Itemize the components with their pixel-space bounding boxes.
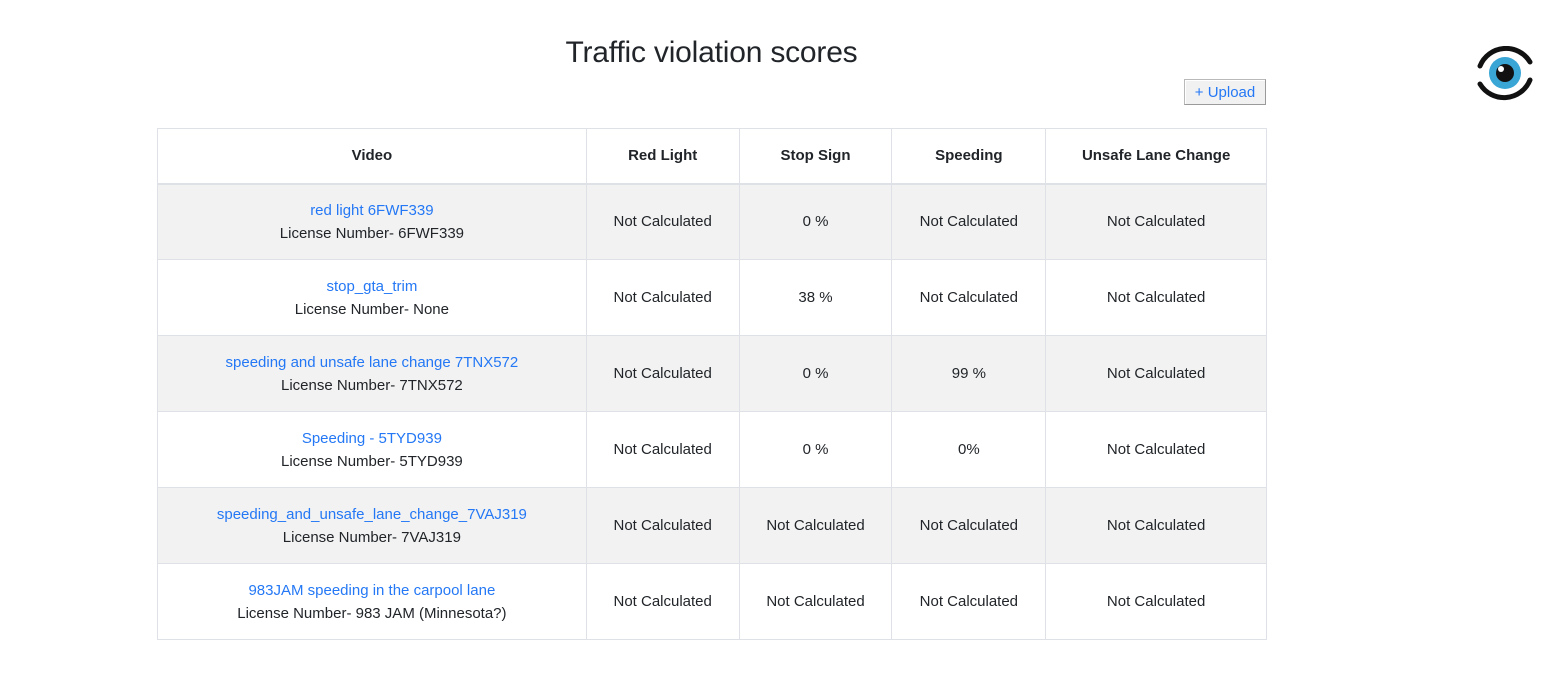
video-cell: speeding_and_unsafe_lane_change_7VAJ319 … <box>157 487 587 564</box>
video-link[interactable]: 983JAM speeding in the carpool lane <box>158 579 586 602</box>
stop-sign-score: 0 % <box>738 411 893 488</box>
table-row: 983JAM speeding in the carpool lane Lice… <box>157 563 1267 640</box>
lane-change-score: Not Calculated <box>1045 411 1267 488</box>
license-number: License Number- 983 JAM (Minnesota?) <box>237 604 507 622</box>
video-link[interactable]: stop_gta_trim <box>158 275 586 298</box>
upload-button[interactable]: + Upload <box>1184 79 1266 105</box>
stop-sign-score: Not Calculated <box>738 563 893 640</box>
stop-sign-score: 0 % <box>738 183 893 260</box>
lane-change-score: Not Calculated <box>1045 259 1267 336</box>
video-cell: speeding and unsafe lane change 7TNX572 … <box>157 335 587 412</box>
license-number: License Number- None <box>294 300 449 318</box>
speeding-score: Not Calculated <box>891 487 1047 564</box>
page-title: Traffic violation scores <box>565 36 858 69</box>
stop-sign-score: 0 % <box>738 335 893 412</box>
speeding-score: Not Calculated <box>891 183 1047 260</box>
speeding-score: 0% <box>891 411 1047 488</box>
speeding-score: Not Calculated <box>891 259 1047 336</box>
video-cell: stop_gta_trim License Number- None <box>157 259 587 336</box>
license-number: License Number- 5TYD939 <box>281 452 463 470</box>
lane-change-score: Not Calculated <box>1045 183 1267 260</box>
table-row: red light 6FWF339 License Number- 6FWF33… <box>157 183 1267 260</box>
table-header-row: Video Red Light Stop Sign Speeding Unsaf… <box>157 128 1267 185</box>
scores-table: Video Red Light Stop Sign Speeding Unsaf… <box>157 128 1267 640</box>
red-light-score: Not Calculated <box>585 411 740 488</box>
stop-sign-score: Not Calculated <box>738 487 893 564</box>
table-row: speeding and unsafe lane change 7TNX572 … <box>157 335 1267 412</box>
header-speeding: Speeding <box>891 128 1047 185</box>
license-number: License Number- 7VAJ319 <box>282 528 461 546</box>
stop-sign-score: 38 % <box>738 259 893 336</box>
lane-change-score: Not Calculated <box>1045 335 1267 412</box>
red-light-score: Not Calculated <box>585 487 740 564</box>
eye-icon[interactable] <box>1474 45 1536 102</box>
video-link[interactable]: speeding and unsafe lane change 7TNX572 <box>158 351 586 374</box>
video-cell: red light 6FWF339 License Number- 6FWF33… <box>157 183 587 260</box>
red-light-score: Not Calculated <box>585 259 740 336</box>
lane-change-score: Not Calculated <box>1045 563 1267 640</box>
red-light-score: Not Calculated <box>585 183 740 260</box>
red-light-score: Not Calculated <box>585 563 740 640</box>
video-cell: 983JAM speeding in the carpool lane Lice… <box>157 563 587 640</box>
license-number: License Number- 6FWF339 <box>279 224 464 242</box>
red-light-score: Not Calculated <box>585 335 740 412</box>
lane-change-score: Not Calculated <box>1045 487 1267 564</box>
header-unsafe-lane-change: Unsafe Lane Change <box>1045 128 1267 185</box>
speeding-score: 99 % <box>891 335 1047 412</box>
table-row: Speeding - 5TYD939 License Number- 5TYD9… <box>157 411 1267 488</box>
video-cell: Speeding - 5TYD939 License Number- 5TYD9… <box>157 411 587 488</box>
video-link[interactable]: Speeding - 5TYD939 <box>158 427 586 450</box>
header-video: Video <box>157 128 587 185</box>
video-link[interactable]: red light 6FWF339 <box>158 199 586 222</box>
table-row: speeding_and_unsafe_lane_change_7VAJ319 … <box>157 487 1267 564</box>
license-number: License Number- 7TNX572 <box>281 376 463 394</box>
table-row: stop_gta_trim License Number- None Not C… <box>157 259 1267 336</box>
speeding-score: Not Calculated <box>891 563 1047 640</box>
video-link[interactable]: speeding_and_unsafe_lane_change_7VAJ319 <box>158 503 586 526</box>
header-stop-sign: Stop Sign <box>738 128 893 185</box>
header-red-light: Red Light <box>585 128 740 185</box>
